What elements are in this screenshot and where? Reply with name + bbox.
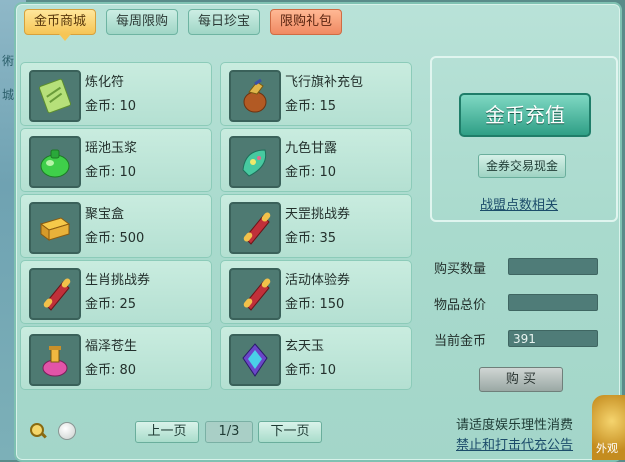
item-name: 聚宝盒 bbox=[85, 207, 125, 222]
item-card[interactable]: 聚宝盒 金币: 500 bbox=[20, 194, 212, 258]
item-price: 金币: 35 bbox=[285, 231, 337, 246]
toggle-circle-icon[interactable] bbox=[58, 422, 76, 440]
tab-daily-treasure[interactable]: 每日珍宝 bbox=[188, 9, 261, 35]
item-card[interactable]: 福泽苍生 金币: 80 bbox=[20, 326, 212, 390]
next-page-button[interactable]: 下一页 bbox=[258, 421, 322, 443]
item-name: 飞行旗补充包 bbox=[285, 75, 364, 90]
item-name: 瑶池玉浆 bbox=[85, 141, 138, 156]
anti-proxy-notice-link[interactable]: 禁止和打击代充公告 bbox=[456, 434, 573, 453]
item-price: 金币: 500 bbox=[85, 231, 145, 246]
item-name: 天罡挑战券 bbox=[285, 207, 351, 222]
item-price: 金币: 10 bbox=[85, 165, 137, 180]
exchange-cash-button[interactable]: 金券交易现金 bbox=[478, 154, 566, 178]
scroll-icon bbox=[229, 202, 281, 254]
tab-gold-shop[interactable]: 金币商城 bbox=[24, 9, 97, 41]
tab-limited-gift[interactable]: 限购礼包 bbox=[270, 9, 343, 35]
item-card[interactable]: 生肖挑战券 金币: 25 bbox=[20, 260, 212, 324]
item-card[interactable]: 炼化符 金币: 10 bbox=[20, 62, 212, 126]
tab-weekly-limited[interactable]: 每周限购 bbox=[106, 9, 179, 35]
item-name: 玄天玉 bbox=[285, 339, 325, 354]
item-name: 福泽苍生 bbox=[85, 339, 138, 354]
item-name: 生肖挑战券 bbox=[85, 273, 151, 288]
item-price: 金币: 10 bbox=[285, 363, 337, 378]
search-icon[interactable] bbox=[28, 421, 48, 441]
prev-page-button[interactable]: 上一页 bbox=[135, 421, 199, 443]
current-gold-field: 391 bbox=[508, 330, 598, 347]
scroll-icon bbox=[29, 268, 81, 320]
total-price-label: 物品总价 bbox=[434, 298, 487, 313]
item-card[interactable]: 活动体验券 金币: 150 bbox=[220, 260, 412, 324]
recharge-button[interactable]: 金币充值 bbox=[459, 93, 591, 137]
item-card[interactable]: 九色甘露 金币: 10 bbox=[220, 128, 412, 192]
item-price: 金币: 10 bbox=[285, 165, 337, 180]
side-deco-char: 術 bbox=[2, 54, 15, 68]
item-name: 九色甘露 bbox=[285, 141, 338, 156]
quantity-input[interactable] bbox=[508, 258, 598, 275]
item-card[interactable]: 天罡挑战券 金币: 35 bbox=[220, 194, 412, 258]
item-price: 金币: 80 bbox=[85, 363, 137, 378]
jade-pot-icon bbox=[29, 136, 81, 188]
page-indicator: 1/3 bbox=[205, 421, 253, 443]
potion-icon bbox=[29, 334, 81, 386]
item-card[interactable]: 瑶池玉浆 金币: 10 bbox=[20, 128, 212, 192]
talisman-icon bbox=[29, 70, 81, 122]
item-name: 活动体验券 bbox=[285, 273, 351, 288]
scroll-icon bbox=[229, 268, 281, 320]
item-name: 炼化符 bbox=[85, 75, 125, 90]
item-price: 金币: 25 bbox=[85, 297, 137, 312]
flag-pouch-icon bbox=[229, 70, 281, 122]
dew-gem-icon bbox=[229, 136, 281, 188]
item-price: 金币: 150 bbox=[285, 297, 345, 312]
treasure-box-icon bbox=[29, 202, 81, 254]
alliance-points-link[interactable]: 战盟点数相关 bbox=[480, 194, 558, 213]
item-price: 金币: 10 bbox=[85, 99, 137, 114]
item-card[interactable]: 玄天玉 金币: 10 bbox=[220, 326, 412, 390]
dark-jade-icon bbox=[229, 334, 281, 386]
item-card[interactable]: 飞行旗补充包 金币: 15 bbox=[220, 62, 412, 126]
quantity-label: 购买数量 bbox=[434, 262, 487, 277]
appearance-label: 外观 bbox=[596, 442, 618, 455]
item-price: 金币: 15 bbox=[285, 99, 337, 114]
notice-text: 请适度娱乐理性消费 bbox=[456, 418, 574, 433]
current-gold-label: 当前金币 bbox=[434, 334, 487, 349]
shop-tabs: 金币商城 每周限购 每日珍宝 限购礼包 bbox=[24, 9, 343, 41]
buy-button[interactable]: 购 买 bbox=[479, 367, 563, 392]
side-deco-char: 城 bbox=[2, 88, 15, 102]
total-price-field bbox=[508, 294, 598, 311]
